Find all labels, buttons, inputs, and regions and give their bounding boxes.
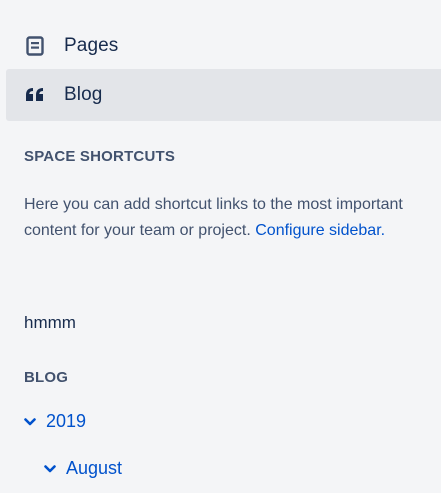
chevron-down-icon[interactable] <box>24 416 36 428</box>
chevron-down-icon[interactable] <box>44 463 56 475</box>
sidebar-item-label: Pages <box>64 35 119 56</box>
blog-tree-year[interactable]: 2019 <box>24 411 86 432</box>
quote-icon <box>24 84 46 106</box>
shortcut-link-hmmm[interactable]: hmmm <box>24 313 76 333</box>
sidebar-item-pages[interactable]: Pages <box>6 20 441 72</box>
blog-tree-month[interactable]: August <box>44 458 122 479</box>
blog-tree-year-label: 2019 <box>46 411 87 431</box>
blog-heading: BLOG <box>24 369 69 386</box>
shortcuts-description: Here you can add shortcut links to the m… <box>24 192 434 244</box>
sidebar-item-blog[interactable]: Blog <box>6 69 441 121</box>
space-shortcuts-heading: SPACE SHORTCUTS <box>24 148 176 165</box>
configure-sidebar-link[interactable]: Configure sidebar. <box>255 222 385 239</box>
page-icon <box>24 35 46 57</box>
sidebar-item-label: Blog <box>64 84 103 105</box>
blog-tree-month-label: August <box>66 458 123 478</box>
